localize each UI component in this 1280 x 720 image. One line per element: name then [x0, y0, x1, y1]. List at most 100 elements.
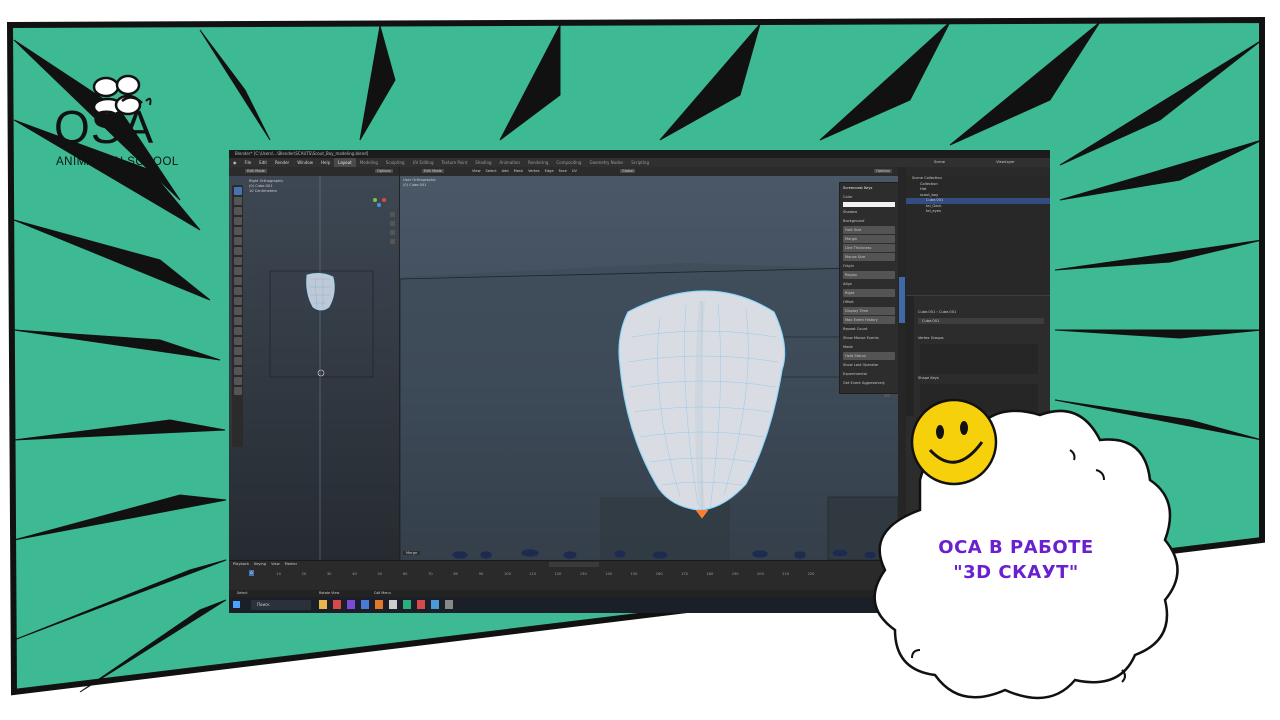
logo-title: OSA — [54, 101, 155, 153]
app-icon[interactable] — [319, 600, 327, 609]
tab-shading[interactable]: Shading — [471, 158, 495, 167]
main-viewport[interactable]: Edit Mode View Select Add Mesh Vertex Ed… — [400, 167, 898, 560]
np-color-swatch[interactable] — [843, 202, 895, 207]
timeline-tick: 10 — [276, 572, 281, 576]
np-origin-select[interactable]: Region — [843, 271, 895, 279]
screencast-keys-title[interactable]: Screencast Keys — [843, 184, 895, 192]
np-color-label: Color — [843, 195, 853, 199]
taskbar-search[interactable]: Поиск — [251, 600, 311, 610]
vertex-groups-list[interactable] — [920, 344, 1038, 374]
timeline-tick: 210 — [782, 572, 790, 576]
scene-select[interactable]: Scene — [934, 160, 945, 164]
np-display-time-field[interactable]: Display Time — [843, 307, 895, 315]
tab-rendering[interactable]: Rendering — [524, 158, 552, 167]
smiley-face-icon — [910, 398, 998, 486]
timeline-tick: 110 — [529, 572, 537, 576]
menu-window[interactable]: Window — [293, 158, 317, 167]
timeline-keying-menu[interactable]: Keying — [254, 562, 266, 566]
app-icon[interactable] — [403, 600, 411, 609]
np-background-checkbox[interactable]: Background — [843, 217, 895, 225]
timeline-tick: 220 — [807, 572, 815, 576]
tab-animation[interactable]: Animation — [496, 158, 524, 167]
logo-subtitle: ANIMATION SCHOOL — [56, 156, 179, 168]
windows-start-icon[interactable] — [233, 601, 240, 608]
timeline-tick: 160 — [655, 572, 663, 576]
playback-controls[interactable] — [549, 562, 599, 567]
tab-modeling[interactable]: Modeling — [356, 158, 382, 167]
np-repeat-count-checkbox[interactable]: Repeat Count — [843, 325, 895, 333]
timeline-tick: 50 — [377, 572, 383, 576]
np-aggressive-checkbox[interactable]: Get Event Aggressively — [843, 379, 895, 387]
np-experimental-label: Experimental — [843, 372, 867, 376]
cloud-caption-line-1: ОСА В РАБОТЕ — [938, 537, 1094, 558]
current-frame-indicator[interactable]: 0 — [249, 570, 254, 576]
mesh-datablock-field[interactable]: Cube.001 — [918, 318, 1044, 324]
np-line-thickness-field[interactable]: Line Thickness — [843, 244, 895, 252]
app-icon[interactable] — [361, 600, 369, 609]
tab-geometry-nodes[interactable]: Geometry Nodes — [585, 158, 627, 167]
app-icon[interactable] — [375, 600, 383, 609]
outliner-search[interactable] — [906, 167, 1050, 176]
timeline-tick: 120 — [554, 572, 562, 576]
np-margin-field[interactable]: Margin — [843, 235, 895, 243]
timeline-tick: 140 — [605, 572, 613, 576]
tab-uv-editing[interactable]: UV Editing — [409, 158, 438, 167]
app-icon[interactable] — [333, 600, 341, 609]
app-icon[interactable] — [389, 600, 397, 609]
taskbar-apps — [319, 600, 453, 609]
screencast-keys-panel: Screencast Keys Color Shadow Background … — [839, 182, 899, 394]
timeline-tick: 150 — [630, 572, 638, 576]
app-icon[interactable] — [347, 600, 355, 609]
status-rotate: Rotate View — [319, 591, 340, 595]
tab-scripting[interactable]: Scripting — [627, 158, 653, 167]
menu-file[interactable]: File — [241, 158, 256, 167]
np-show-mouse-checkbox[interactable]: Show Mouse Events — [843, 334, 895, 342]
menu-edit[interactable]: Edit — [255, 158, 271, 167]
timeline-tick: 70 — [428, 572, 433, 576]
view-layer-select[interactable]: ViewLayer — [996, 160, 1015, 164]
app-icon[interactable] — [431, 600, 439, 609]
tab-compositing[interactable]: Compositing — [552, 158, 585, 167]
np-last-operator-checkbox[interactable]: Show Last Operator — [843, 361, 895, 369]
timeline-view-menu[interactable]: View — [271, 562, 280, 566]
shape-keys-panel[interactable]: Shape Keys — [918, 376, 939, 380]
menu-help[interactable]: Help — [317, 158, 334, 167]
app-icon[interactable] — [417, 600, 425, 609]
last-operator-panel[interactable]: Merge — [403, 551, 421, 555]
outliner-row[interactable]: tel_eyes — [906, 209, 1050, 215]
cloud-caption-line-2: "3D СКАУТ" — [953, 562, 1079, 583]
timeline-tick: 180 — [706, 572, 714, 576]
tab-texture-paint[interactable]: Texture Paint — [437, 158, 471, 167]
timeline-playback-menu[interactable]: Playback — [233, 562, 249, 566]
timeline-tick: 80 — [453, 572, 458, 576]
vertex-groups-panel[interactable]: Vertex Groups — [918, 336, 944, 340]
left-viewport[interactable]: Edit Mode Options Right Orthographic (0)… — [229, 167, 400, 560]
properties-breadcrumb: Cube.001 › Cube.001 — [918, 310, 957, 314]
np-mouse-size-field[interactable]: Mouse Size — [843, 253, 895, 261]
active-sidebar-tab[interactable] — [899, 277, 905, 323]
np-shadow-checkbox[interactable]: Shadow — [843, 208, 895, 216]
np-origin-label: Origin — [843, 264, 854, 268]
cloud-caption: ОСА В РАБОТЕ "3D СКАУТ" — [902, 535, 1130, 585]
timeline-tick: 60 — [402, 572, 408, 576]
timeline-tick: 170 — [681, 572, 688, 576]
timeline-tick: 190 — [731, 572, 739, 576]
np-offset-label: Offset — [843, 300, 854, 304]
tab-layout[interactable]: Layout — [334, 158, 356, 167]
window-title: Blender* [C:\Users\...\Blender\SCAUTS\Sc… — [229, 150, 1050, 158]
status-select: Select — [237, 591, 248, 595]
np-align-select[interactable]: Right — [843, 289, 895, 297]
timeline-menu: Playback Keying View Marker — [233, 562, 297, 566]
outliner-header: Scene ViewLayer — [906, 158, 1050, 167]
np-max-history-field[interactable]: Max Event History — [843, 316, 895, 324]
menu-render[interactable]: Render — [271, 158, 293, 167]
np-mode-label: Mode — [843, 345, 853, 349]
left-viewport-scene — [269, 176, 395, 560]
np-mode-select[interactable]: Hold Status — [843, 352, 895, 360]
timeline-marker-menu[interactable]: Marker — [285, 562, 297, 566]
np-font-size-field[interactable]: Font Size — [843, 226, 895, 234]
timeline-tick: 200 — [757, 572, 764, 576]
blender-logo-icon[interactable]: ◉ — [229, 158, 241, 167]
tab-sculpting[interactable]: Sculpting — [382, 158, 409, 167]
app-icon[interactable] — [445, 600, 453, 609]
